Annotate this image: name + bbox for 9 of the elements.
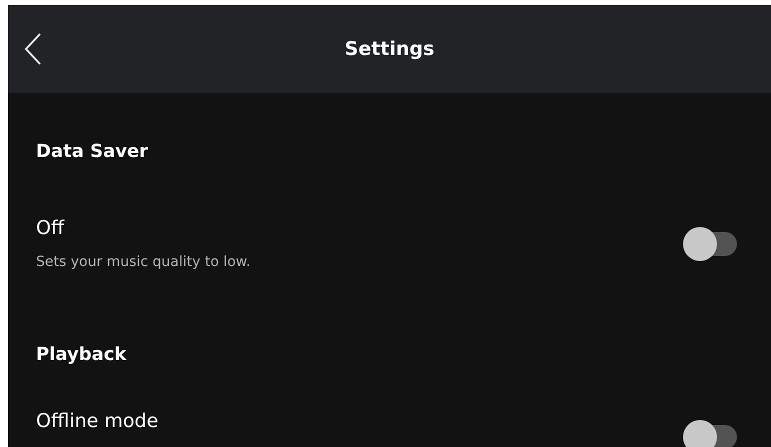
section-title: Data Saver xyxy=(36,140,150,164)
window-title: Settings xyxy=(344,38,436,60)
setting-label: Off xyxy=(36,216,66,241)
toggle-switch[interactable] xyxy=(683,227,737,261)
setting-label: Offline mode xyxy=(36,409,160,434)
setting-description: Sets your music quality to low. xyxy=(36,253,252,272)
section-title: Playback xyxy=(36,343,128,367)
back-chevron-icon xyxy=(24,33,42,65)
toggle-switch[interactable] xyxy=(683,420,737,447)
